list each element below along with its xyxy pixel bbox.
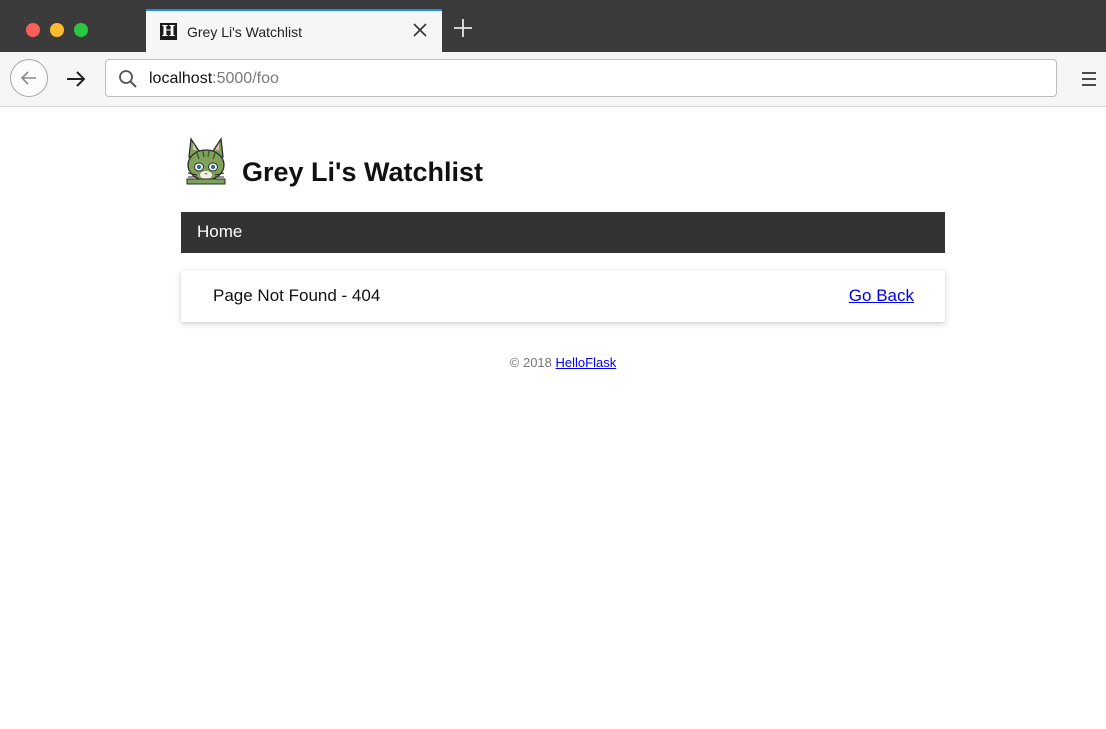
url-path: :5000/foo: [212, 70, 279, 87]
url-host: localhost: [149, 70, 213, 87]
arrow-right-icon: [67, 71, 86, 87]
hamburger-menu-icon[interactable]: [1078, 68, 1100, 90]
browser-toolbar: localhost:5000/foo: [0, 52, 1106, 107]
window-minimize-button[interactable]: [50, 23, 64, 37]
site-footer: © 2018 HelloFlask: [181, 355, 945, 371]
favicon-icon: H: [160, 22, 177, 40]
site-title: Grey Li's Watchlist: [242, 157, 483, 187]
arrow-left-icon: [20, 71, 36, 85]
browser-titlebar: H Grey Li's Watchlist: [0, 0, 1106, 52]
nav-home-link[interactable]: Home: [197, 222, 242, 242]
site-nav: Home: [181, 212, 945, 253]
search-icon: [118, 69, 138, 89]
go-back-link[interactable]: Go Back: [849, 286, 914, 306]
back-button[interactable]: [10, 59, 48, 97]
tab-title: Grey Li's Watchlist: [187, 24, 302, 40]
address-bar[interactable]: localhost:5000/foo: [105, 59, 1057, 97]
url-text: localhost:5000/foo: [149, 70, 279, 88]
close-icon[interactable]: [410, 20, 430, 40]
footer-copyright: © 2018: [509, 355, 552, 370]
plus-icon[interactable]: [452, 17, 474, 39]
footer-helloflask-link[interactable]: HelloFlask: [556, 355, 617, 370]
browser-tab[interactable]: H Grey Li's Watchlist: [146, 9, 442, 52]
window-zoom-button[interactable]: [74, 23, 88, 37]
cat-avatar-icon: [185, 135, 227, 185]
window-close-button[interactable]: [26, 23, 40, 37]
forward-button[interactable]: [64, 67, 88, 91]
error-message: Page Not Found - 404: [213, 286, 381, 305]
site-header: Grey Li's Watchlist: [181, 135, 945, 195]
error-card: Page Not Found - 404 Go Back: [181, 270, 945, 322]
